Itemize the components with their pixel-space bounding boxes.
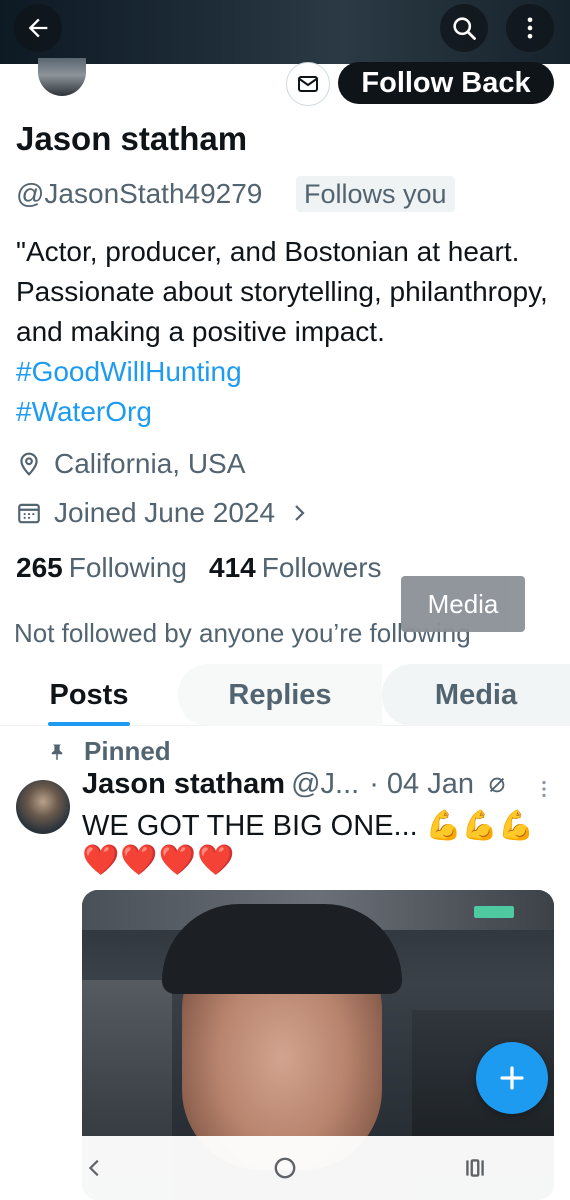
pinned-label: Pinned [48,736,171,767]
pin-icon [51,744,63,760]
media-tooltip: Media [401,576,525,632]
nav-back-icon [88,1159,99,1177]
tab-replies[interactable]: Replies [178,664,382,726]
grok-icon[interactable] [486,774,508,796]
tab-media[interactable]: Media [382,664,570,726]
profile-joined[interactable]: Joined June 2024 [16,497,323,529]
post-header: Jason statham @J... · 04 Jan [82,768,508,801]
nav-home-button[interactable] [255,1138,315,1198]
nav-recents-icon [466,1159,484,1177]
arrow-left-icon [28,18,48,38]
envelope-icon [298,76,318,92]
following-link[interactable]: 265 Following [16,552,187,584]
post-author[interactable]: Jason statham [82,768,285,801]
profile-name: Jason statham [16,120,248,157]
nav-home-icon [274,1157,296,1179]
followers-label: Followers [261,552,382,583]
system-nav-bar [0,1136,570,1200]
hashtag-link[interactable]: #GoodWillHunting [16,356,242,387]
post-text: WE GOT THE BIG ONE... 💪💪💪 [82,810,535,842]
post-avatar[interactable] [16,780,70,834]
post-hearts: ❤️❤️❤️❤️ [82,844,236,877]
following-label: Following [68,552,187,583]
tab-posts[interactable]: Posts [0,664,178,726]
post-date[interactable]: · 04 Jan [369,768,474,801]
profile-location: California, USA [16,448,245,480]
search-button[interactable] [440,4,488,52]
follows-you-badge: Follows you [296,176,455,212]
message-button[interactable] [286,62,330,106]
compose-button[interactable] [476,1042,548,1114]
post-more-icon[interactable] [536,778,552,800]
location-pin-icon [20,452,38,476]
nav-recents-button[interactable] [445,1138,505,1198]
more-options-button[interactable] [506,4,554,52]
nav-back-button[interactable] [65,1138,125,1198]
follow-back-button[interactable]: Follow Back [338,62,554,104]
search-icon [453,17,476,40]
profile-avatar[interactable] [38,58,86,96]
plus-icon [500,1066,524,1090]
more-vertical-icon [527,17,533,39]
hashtag-link[interactable]: #WaterOrg [16,396,152,427]
followers-link[interactable]: 414 Followers [209,552,382,584]
post-handle[interactable]: @J... [291,768,359,801]
followers-count: 414 [209,552,256,583]
bio-text: "Actor, producer, and Bostonian at heart… [16,236,548,347]
location-text: California, USA [54,448,246,479]
video-exit-sign [474,906,514,918]
pinned-text: Pinned [84,736,171,766]
joined-text: Joined June 2024 [54,497,276,528]
tab-selected-indicator [48,722,130,726]
chevron-right-icon [295,505,305,521]
video-cap [162,904,402,994]
profile-tabs: Posts Replies Media [0,664,570,726]
profile-handle: @JasonStath49279 [16,178,263,209]
calendar-icon [18,503,40,524]
following-count: 265 [16,552,63,583]
back-button[interactable] [14,4,62,52]
follow-counts: 265 Following 414 Followers [16,552,404,584]
profile-bio: "Actor, producer, and Bostonian at heart… [16,232,556,432]
